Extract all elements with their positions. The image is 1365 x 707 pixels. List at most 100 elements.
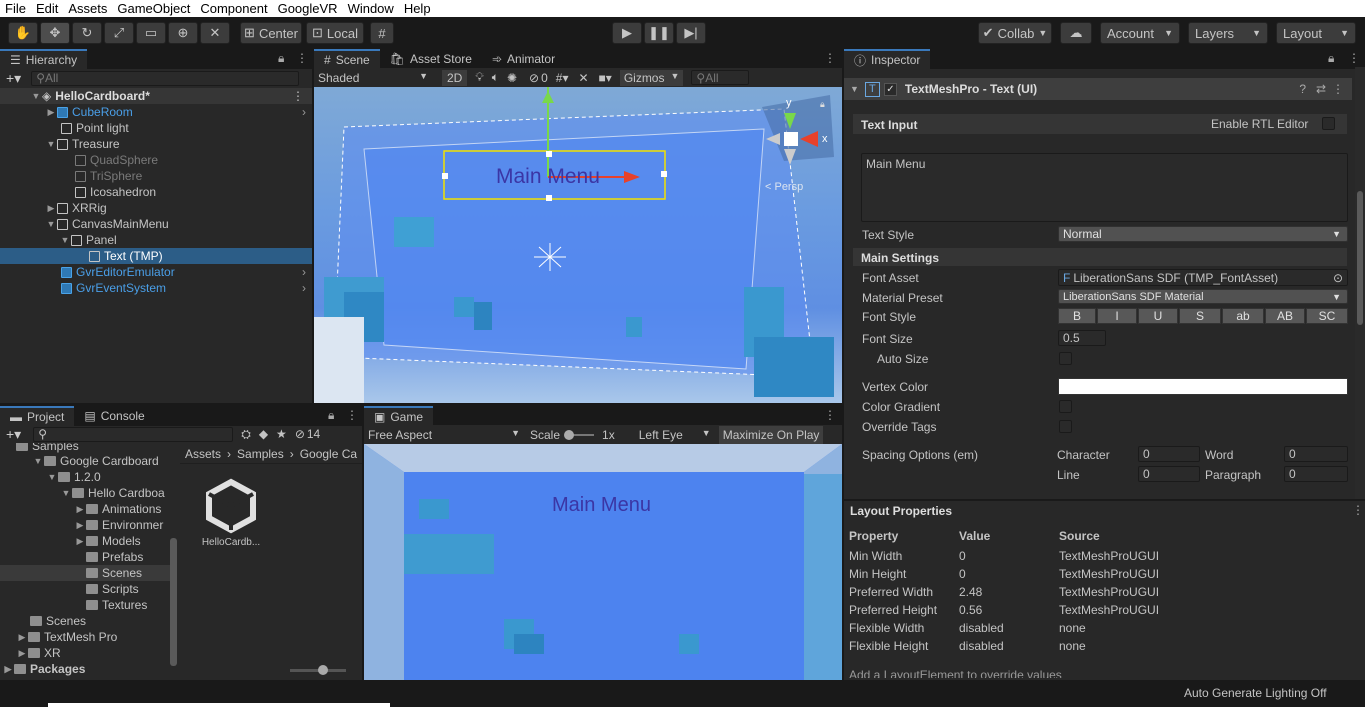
- status-text[interactable]: Auto Generate Lighting Off: [1184, 686, 1327, 700]
- font-style-bold-button[interactable]: B: [1058, 308, 1096, 324]
- more-icon[interactable]: ⋮: [346, 408, 358, 422]
- tools-icon[interactable]: ✕: [578, 71, 588, 85]
- hierarchy-item-text-tmp[interactable]: Text (TMP): [0, 248, 312, 264]
- collapse-icon[interactable]: ▼: [850, 84, 859, 94]
- tree-item-scripts[interactable]: Scripts: [86, 581, 139, 597]
- preset-icon[interactable]: ⇄: [1316, 82, 1326, 96]
- custom-tool-icon[interactable]: ✕: [200, 22, 230, 44]
- menu-help[interactable]: Help: [399, 1, 436, 16]
- font-asset-field[interactable]: F LiberationSans SDF (TMP_FontAsset) ⊙: [1058, 269, 1348, 286]
- tree-item-models[interactable]: ▶ Models: [74, 533, 141, 549]
- font-style-uppercase-button[interactable]: AB: [1265, 308, 1305, 324]
- vertex-color-swatch[interactable]: [1058, 378, 1348, 395]
- slider-thumb[interactable]: [564, 429, 575, 440]
- lock-icon[interactable]: 🔒︎: [278, 51, 284, 66]
- tree-item-xr[interactable]: ▶ XR: [16, 645, 61, 661]
- line-spacing-input[interactable]: 0: [1138, 466, 1200, 482]
- play-button[interactable]: ▶: [612, 22, 642, 44]
- hidden-packages-toggle[interactable]: ⊘ 14: [295, 427, 320, 441]
- color-gradient-checkbox[interactable]: [1059, 400, 1072, 413]
- project-search-input[interactable]: ⚲: [33, 426, 234, 442]
- gizmos-dropdown[interactable]: Gizmos ▼: [619, 69, 684, 86]
- font-size-input[interactable]: 0.5: [1058, 330, 1106, 346]
- menu-file[interactable]: File: [0, 1, 31, 16]
- layout-dropdown[interactable]: Layout ▼: [1276, 22, 1356, 44]
- lock-icon[interactable]: 🔒︎: [1328, 51, 1334, 66]
- camera-icon[interactable]: ■▾: [599, 71, 612, 85]
- component-header[interactable]: ▼ T ✓ TextMeshPro - Text (UI) ? ⇄ ⋮: [844, 78, 1352, 100]
- scale-tool-icon[interactable]: ⤢: [104, 22, 134, 44]
- slider-thumb[interactable]: [318, 665, 328, 675]
- pivot-local-button[interactable]: ⊡ Local: [306, 22, 364, 44]
- auto-size-checkbox[interactable]: [1059, 352, 1072, 365]
- font-style-strikethrough-button[interactable]: S: [1179, 308, 1221, 324]
- menu-edit[interactable]: Edit: [31, 1, 63, 16]
- tab-asset-store[interactable]: 🛍︎ Asset Store: [380, 49, 482, 69]
- menu-window[interactable]: Window: [343, 1, 399, 16]
- menu-gameobject[interactable]: GameObject: [112, 1, 195, 16]
- word-spacing-input[interactable]: 0: [1284, 446, 1348, 462]
- tree-item-1-2-0[interactable]: ▼ 1.2.0: [46, 469, 101, 485]
- pause-button[interactable]: ❚❚: [644, 22, 674, 44]
- maximize-on-play-toggle[interactable]: Maximize On Play: [718, 425, 824, 444]
- font-style-lowercase-button[interactable]: ab: [1222, 308, 1264, 324]
- menu-googlevr[interactable]: GoogleVR: [273, 1, 343, 16]
- tree-item-textures[interactable]: Textures: [86, 597, 147, 613]
- add-icon[interactable]: +▾: [6, 426, 21, 443]
- hierarchy-item-icosahedron[interactable]: Icosahedron: [0, 184, 312, 200]
- eye-dropdown[interactable]: Left Eye ▼: [639, 428, 715, 442]
- inspector-scrollbar[interactable]: [1355, 67, 1365, 499]
- tab-inspector[interactable]: ⓘ Inspector: [844, 49, 931, 69]
- persp-label[interactable]: < Persp: [765, 181, 803, 193]
- account-dropdown[interactable]: Account ▼: [1100, 22, 1180, 44]
- hierarchy-item-point-light[interactable]: Point light: [0, 120, 312, 136]
- tree-item-scenes-selected[interactable]: Scenes: [0, 565, 170, 581]
- menu-component[interactable]: Component: [195, 1, 272, 16]
- tab-hierarchy[interactable]: ☰ Hierarchy: [0, 49, 88, 69]
- component-enabled-checkbox[interactable]: ✓: [883, 82, 897, 96]
- tree-item-prefabs[interactable]: Prefabs: [86, 549, 143, 565]
- grid-snap-icon[interactable]: #: [370, 22, 394, 44]
- audio-icon[interactable]: 🔈︎: [492, 70, 499, 85]
- more-icon[interactable]: ⋮: [1348, 51, 1360, 65]
- expand-icon[interactable]: ▼: [30, 91, 42, 101]
- more-icon[interactable]: ⋮: [824, 51, 836, 65]
- text-input-area[interactable]: Main Menu: [861, 153, 1348, 222]
- more-icon[interactable]: ⋮: [296, 51, 308, 65]
- more-icon[interactable]: ⋮: [1352, 503, 1364, 517]
- font-style-underline-button[interactable]: U: [1138, 308, 1178, 324]
- help-icon[interactable]: ?: [1299, 82, 1306, 96]
- grid-icon[interactable]: #▾: [556, 71, 569, 85]
- tab-animator[interactable]: ➾ Animator: [482, 49, 565, 69]
- hierarchy-item-panel[interactable]: ▼ Panel: [0, 232, 312, 248]
- game-viewport[interactable]: Main Menu: [364, 444, 842, 680]
- hierarchy-item-treasure[interactable]: ▼ Treasure: [0, 136, 312, 152]
- move-tool-icon[interactable]: ✥: [40, 22, 70, 44]
- transform-tool-icon[interactable]: ⊕: [168, 22, 198, 44]
- rtl-checkbox[interactable]: [1322, 117, 1335, 130]
- tree-item-packages[interactable]: ▶ Packages: [2, 661, 86, 677]
- lock-icon[interactable]: 🔒︎: [328, 408, 334, 423]
- hierarchy-search-input[interactable]: ⚲ All: [31, 70, 300, 86]
- scale-slider[interactable]: [564, 429, 595, 440]
- shading-dropdown[interactable]: Shaded ▼: [314, 71, 432, 85]
- star-icon[interactable]: ★: [276, 427, 287, 441]
- hierarchy-item-gvreventsystem[interactable]: GvrEventSystem ›: [0, 280, 312, 296]
- step-button[interactable]: ▶|: [676, 22, 706, 44]
- layers-dropdown[interactable]: Layers ▼: [1188, 22, 1268, 44]
- tree-item-google-cardboard[interactable]: ▼ Google Cardboard: [32, 453, 159, 469]
- filter-type-icon[interactable]: ⛭: [241, 427, 251, 442]
- hierarchy-item-cuberoom[interactable]: ▶ CubeRoom ›: [0, 104, 312, 120]
- text-style-dropdown[interactable]: Normal ▼: [1058, 226, 1348, 242]
- 2d-toggle[interactable]: 2D: [442, 69, 468, 86]
- hierarchy-item-trisphere[interactable]: TriSphere: [0, 168, 312, 184]
- hierarchy-item-gvreditoremulator[interactable]: GvrEditorEmulator ›: [0, 264, 312, 280]
- scene-row[interactable]: ▼ ◈ HelloCardboard* ⋮: [0, 88, 312, 104]
- tree-item-animations[interactable]: ▶ Animations: [74, 501, 162, 517]
- label-icon[interactable]: ◆: [259, 427, 268, 441]
- rect-tool-icon[interactable]: ▭: [136, 22, 166, 44]
- icon-size-slider[interactable]: [290, 665, 346, 675]
- font-style-smallcaps-button[interactable]: SC: [1306, 308, 1348, 324]
- hand-tool-icon[interactable]: ✋: [8, 22, 38, 44]
- tree-item-hello-cardboard[interactable]: ▼ Hello Cardboa: [60, 485, 165, 501]
